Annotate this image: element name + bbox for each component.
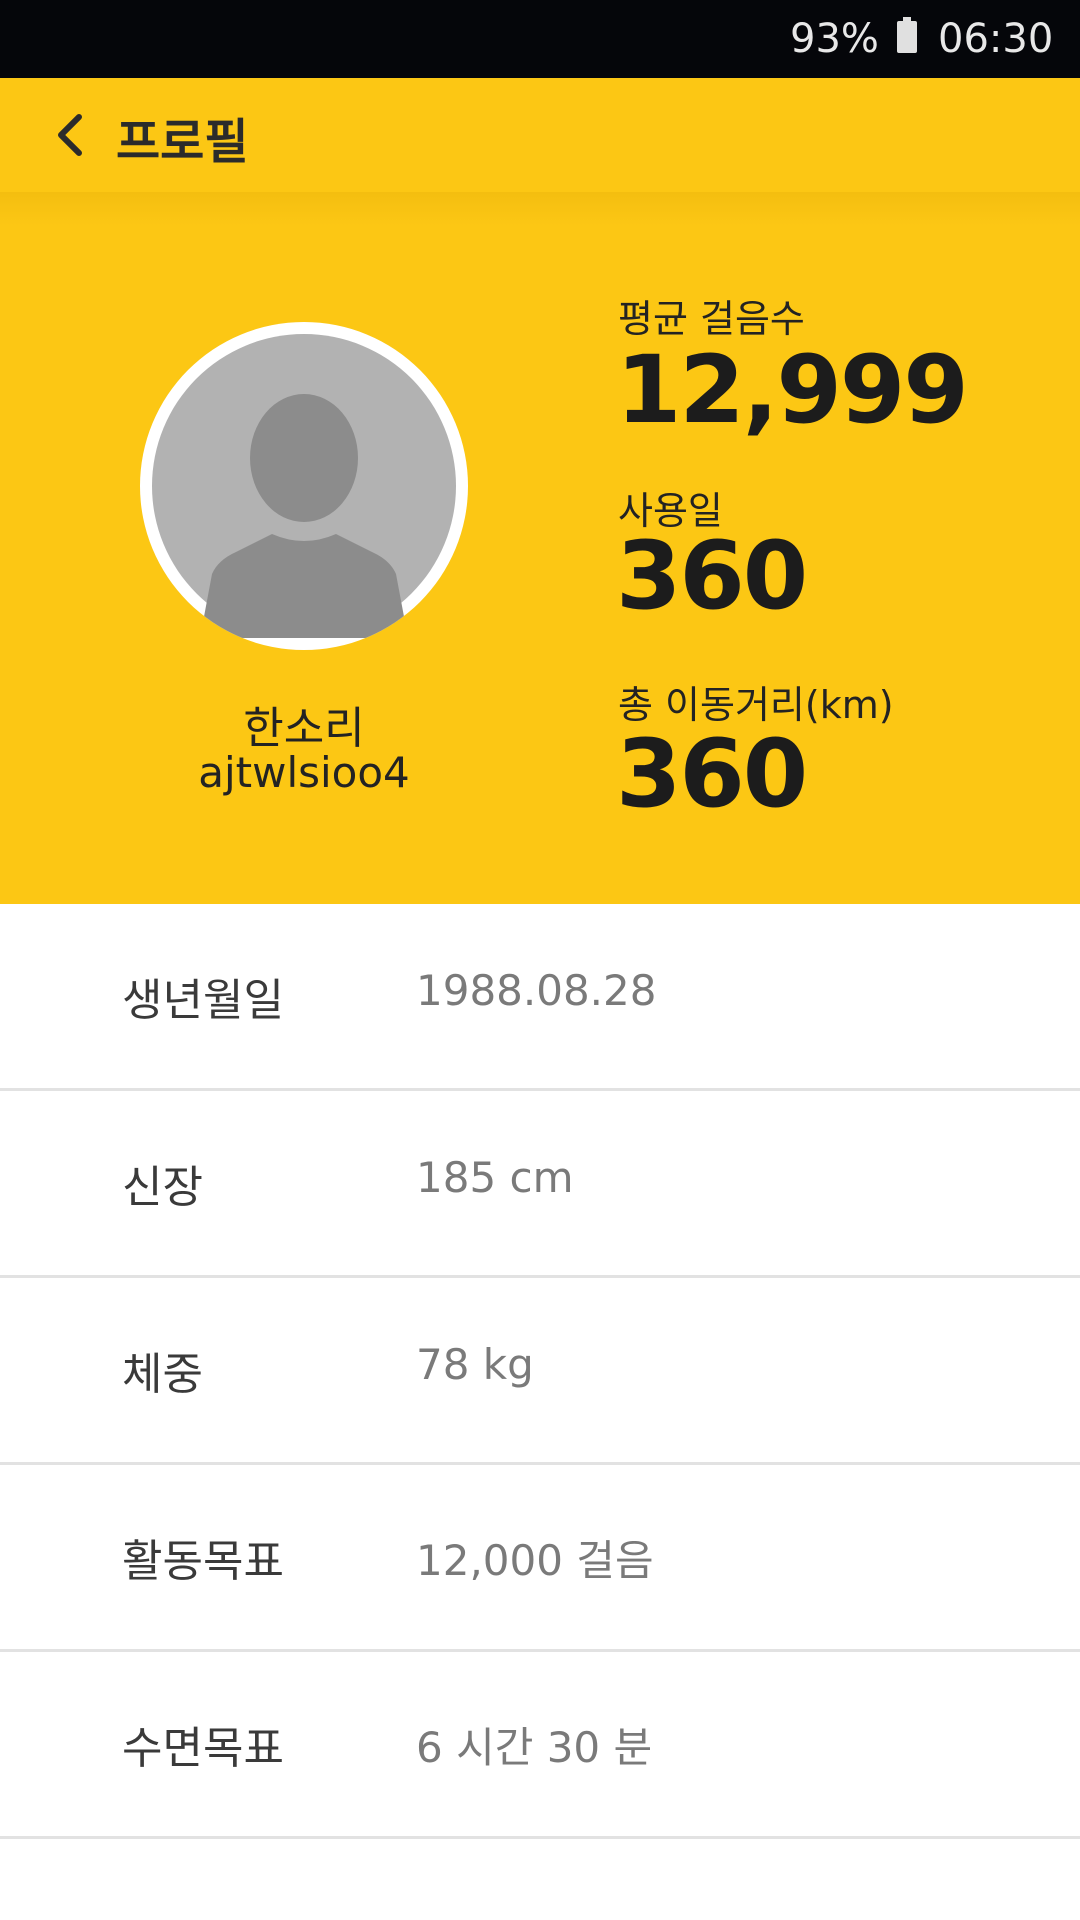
user-id: ajtwlsioo4: [198, 748, 410, 797]
app-bar-shadow: [0, 192, 1080, 226]
profile-header: 한소리 ajtwlsioo4 평균 걸음수 12,999 사용일 360 총 이…: [0, 226, 1080, 904]
info-label: 활동목표: [122, 1536, 284, 1587]
stat-value-days-used: 360: [616, 522, 808, 631]
info-row-weight[interactable]: 체중 78 kg: [0, 1278, 1080, 1465]
info-value: 185 cm: [416, 1153, 574, 1202]
info-value: 1988.08.28: [416, 966, 657, 1015]
user-name: 한소리: [243, 703, 365, 754]
avatar[interactable]: [140, 322, 468, 650]
info-label: 수면목표: [122, 1723, 284, 1774]
clock: 06:30: [938, 16, 1054, 62]
profile-info-list: 생년월일 1988.08.28 신장 185 cm 체중 78 kg 활동목표 …: [0, 904, 1080, 1839]
info-value: 12,000 걸음: [416, 1536, 654, 1585]
chevron-left-icon: [58, 114, 82, 156]
info-value: 6 시간 30 분: [416, 1723, 653, 1772]
back-button[interactable]: [34, 98, 108, 172]
battery-icon: [897, 17, 917, 53]
info-value: 78 kg: [416, 1340, 534, 1389]
page-title: 프로필: [116, 114, 249, 170]
stat-value-avg-steps: 12,999: [616, 336, 969, 445]
default-avatar-icon: [152, 334, 456, 638]
info-label: 신장: [122, 1162, 203, 1213]
app-bar: 프로필: [0, 78, 1080, 192]
info-row-sleep-goal[interactable]: 수면목표 6 시간 30 분: [0, 1652, 1080, 1839]
info-row-birthdate[interactable]: 생년월일 1988.08.28: [0, 904, 1080, 1091]
battery-percent: 93%: [790, 16, 879, 62]
status-bar: 93% 06:30: [0, 0, 1080, 78]
stat-label-avg-steps: 평균 걸음수: [618, 297, 805, 341]
info-label: 체중: [122, 1349, 203, 1400]
stat-value-total-distance: 360: [616, 720, 808, 829]
info-label: 생년월일: [122, 975, 284, 1026]
info-row-height[interactable]: 신장 185 cm: [0, 1091, 1080, 1278]
info-row-activity-goal[interactable]: 활동목표 12,000 걸음: [0, 1465, 1080, 1652]
